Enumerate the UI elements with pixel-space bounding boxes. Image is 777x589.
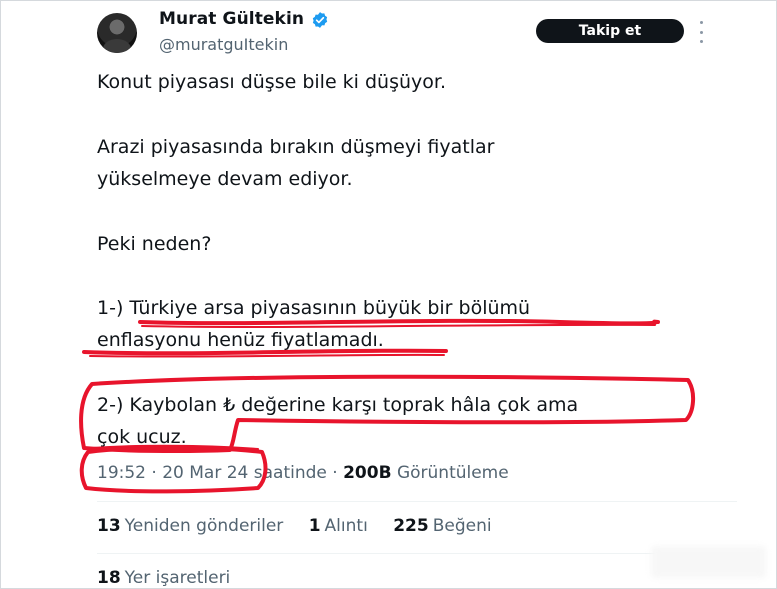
- likes-count: 225: [393, 516, 429, 536]
- timestamp-suffix: saatinde ·: [248, 463, 344, 483]
- likes-stat[interactable]: 225 Beğeni: [393, 516, 491, 536]
- divider: [97, 553, 737, 554]
- tweet-meta: 19:52 · 20 Mar 24 saatinde · 200B Görünt…: [97, 463, 509, 483]
- author-handle[interactable]: @muratguItekin: [159, 35, 288, 54]
- reposts-label: Yeniden gönderiler: [124, 516, 284, 536]
- bookmarks-count: 18: [97, 568, 121, 588]
- avatar-figure: [103, 39, 131, 53]
- quotes-stat[interactable]: 1 Alıntı: [309, 516, 368, 536]
- quotes-label: Alıntı: [324, 516, 368, 536]
- tweet-text-line: Konut piyasası düşse bile ki düşüyor.: [97, 71, 447, 93]
- tweet-text-line: enflasyonu henüz fiyatlamadı.: [97, 329, 384, 351]
- quotes-count: 1: [308, 516, 321, 536]
- views-label: Görüntüleme: [391, 463, 509, 483]
- more-options-icon[interactable]: [698, 21, 704, 43]
- reposts-stat[interactable]: 13 Yeniden gönderiler: [97, 516, 283, 536]
- tweet-text-line: yükselmeye devam ediyor.: [97, 168, 353, 190]
- bookmarks-label: Yer işaretleri: [124, 568, 231, 588]
- divider: [97, 501, 737, 502]
- reposts-count: 13: [97, 516, 121, 536]
- follow-button[interactable]: Takip et: [536, 19, 684, 43]
- timestamp-link[interactable]: 19:52 · 20 Mar 24: [97, 463, 248, 483]
- tweet-text-line: çok ucuz.: [97, 426, 187, 448]
- avatar[interactable]: [97, 13, 137, 53]
- tweet-card: Murat Gültekin @muratguItekin Takip et K…: [0, 0, 777, 589]
- blurred-watermark: [651, 546, 766, 578]
- author-display-name[interactable]: Murat Gültekin: [159, 9, 304, 29]
- likes-label: Beğeni: [432, 516, 492, 536]
- verified-badge-icon: [312, 12, 328, 28]
- tweet-text-line: 1-) Türkiye arsa piyasasının büyük bir b…: [97, 297, 531, 319]
- views-count: 200B: [343, 463, 392, 483]
- tweet-text-line: 2-) Kaybolan ₺ değerine karşı toprak hâl…: [97, 394, 579, 416]
- tweet-text-line: Arazi piyasasında bırakın düşmeyi fiyatl…: [97, 136, 495, 158]
- bookmarks-stat[interactable]: 18 Yer işaretleri: [97, 568, 230, 588]
- engagement-stats: 13 Yeniden gönderiler 1 Alıntı 225 Beğeni: [97, 516, 512, 536]
- tweet-text-line: Peki neden?: [97, 233, 212, 255]
